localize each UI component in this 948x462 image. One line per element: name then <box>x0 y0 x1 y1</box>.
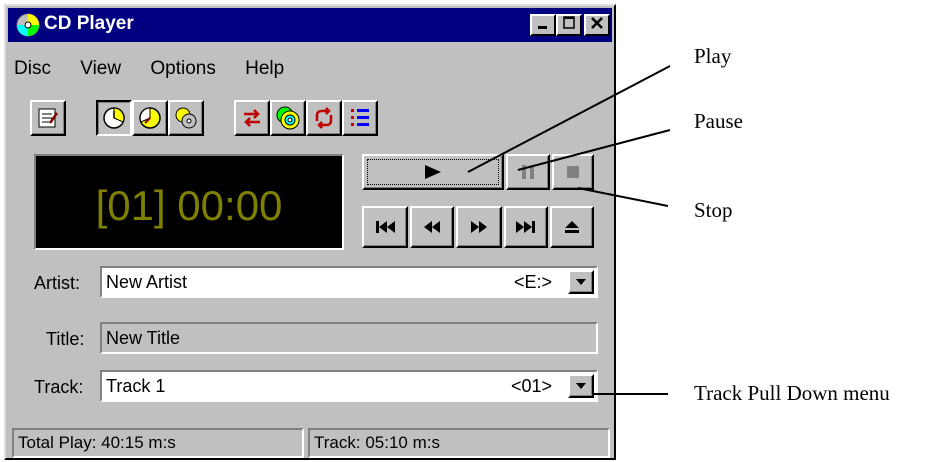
pause-callout: Pause <box>694 109 743 133</box>
pause-callout-line <box>517 129 671 171</box>
stop-callout-line <box>577 187 669 207</box>
play-callout: Play <box>694 44 732 68</box>
stop-callout: Stop <box>694 198 733 222</box>
track-menu-callout: Track Pull Down menu <box>694 381 890 405</box>
